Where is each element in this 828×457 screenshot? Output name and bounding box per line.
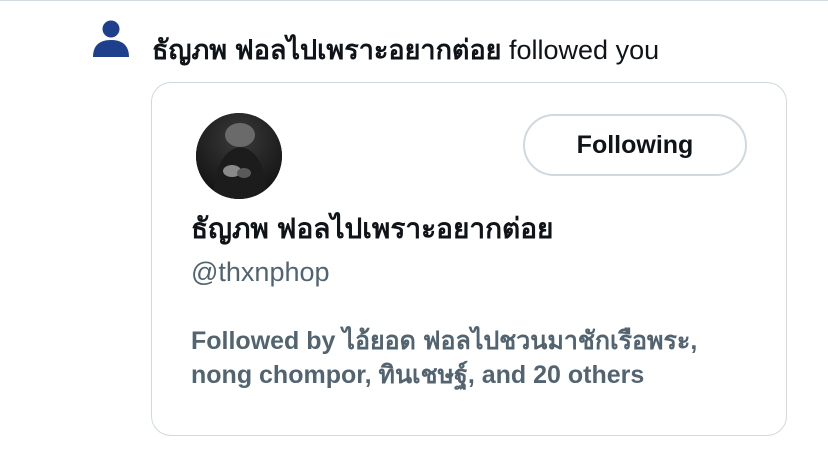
followed-by-text[interactable]: Followed by ไอ้ยอด ฟอลไปชวนมาชักเรือพระ,… — [191, 324, 761, 392]
notification-text: ธัญภพ ฟอลไปเพราะอยากต่อย followed you — [152, 33, 659, 67]
followed-by-line-2: nong chompor, ทินเชษฐ์, and 20 others — [191, 361, 645, 389]
followed-by-line-1: Followed by ไอ้ยอด ฟอลไปชวนมาชักเรือพระ, — [191, 327, 698, 355]
display-name[interactable]: ธัญภพ ฟอลไปเพราะอยากต่อย — [191, 211, 553, 247]
avatar[interactable] — [196, 113, 282, 199]
follower-name-link[interactable]: ธัญภพ ฟอลไปเพราะอยากต่อย — [152, 35, 501, 65]
notification-action: followed you — [509, 35, 660, 65]
user-handle[interactable]: @thxnphop — [191, 255, 330, 289]
following-button[interactable]: Following — [523, 114, 747, 176]
user-profile-card[interactable]: Following ธัญภพ ฟอลไปเพราะอยากต่อย @thxn… — [151, 82, 787, 436]
top-divider — [0, 0, 828, 1]
person-icon — [93, 20, 129, 58]
